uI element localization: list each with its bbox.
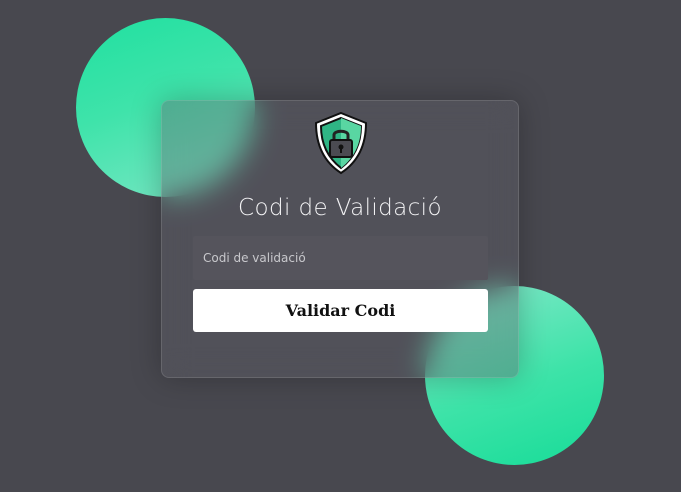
validation-code-input[interactable] bbox=[193, 236, 488, 280]
shield-lock-icon bbox=[314, 111, 368, 175]
validate-code-button[interactable]: Validar Codi bbox=[193, 289, 488, 332]
login-screen: Codi de Validació Validar Codi bbox=[0, 0, 681, 492]
page-title: Codi de Validació bbox=[238, 195, 442, 221]
validation-card: Codi de Validació Validar Codi bbox=[161, 100, 519, 378]
